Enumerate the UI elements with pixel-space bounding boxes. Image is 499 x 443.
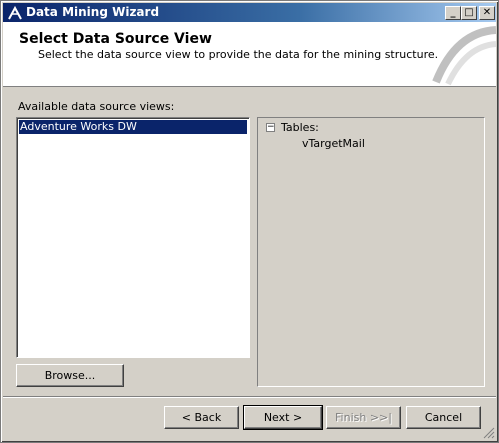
tree-node-tables[interactable]: Tables: [281,121,319,134]
title-bar[interactable]: Data Mining Wizard _ □ ✕ [3,3,496,22]
back-button[interactable]: < Back [164,406,239,429]
next-button[interactable]: Next > [243,405,323,430]
page-subtitle: Select the data source view to provide t… [38,48,439,61]
close-button[interactable]: ✕ [479,6,495,20]
data-source-view-list[interactable]: Adventure Works DW [16,117,250,358]
available-views-label: Available data source views: [18,100,175,113]
wizard-window: Data Mining Wizard _ □ ✕ Select Data Sou… [0,0,499,443]
wizard-header: Select Data Source View Select the data … [3,22,496,87]
resize-grip-icon[interactable] [483,427,495,439]
collapse-icon[interactable]: − [266,123,275,132]
page-title: Select Data Source View [19,31,212,47]
minimize-button[interactable]: _ [445,6,461,20]
wizard-swoosh-icon [432,26,496,86]
footer-divider [3,396,496,398]
maximize-button[interactable]: □ [461,6,477,20]
cancel-button[interactable]: Cancel [406,406,481,429]
tree-node-vtargetmail[interactable]: vTargetMail [302,137,365,150]
data-mining-wizard-icon [8,5,22,20]
finish-button: Finish >>| [326,406,401,429]
browse-button[interactable]: Browse... [16,364,124,387]
tables-tree[interactable]: − Tables: vTargetMail [257,117,485,387]
list-item-adventure-works-dw[interactable]: Adventure Works DW [19,120,247,134]
window-title: Data Mining Wizard [26,5,160,19]
